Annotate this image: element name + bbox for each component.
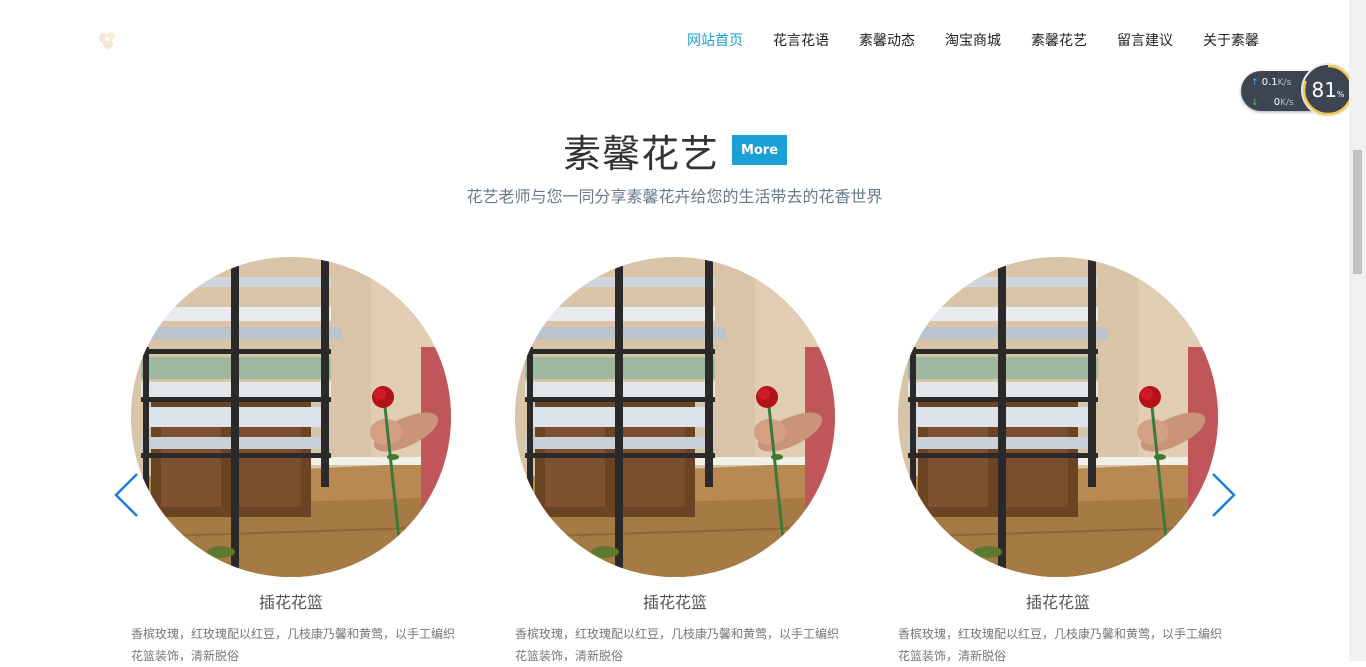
product-title[interactable]: 插花花篮 — [898, 591, 1218, 615]
main-nav: 网站首页 花言花语 素馨动态 淘宝商城 素馨花艺 留言建议 关于素馨 — [672, 30, 1274, 52]
scrollbar-thumb[interactable] — [1353, 150, 1362, 274]
download-arrow-icon: ↓ — [1251, 98, 1259, 108]
percent-sign: % — [1336, 90, 1345, 99]
section-subtitle: 花艺老师与您一同分享素馨花卉给您的生活带去的花香世界 — [466, 187, 883, 206]
nav-item-news[interactable]: 素馨动态 — [859, 30, 915, 52]
page-scrollbar[interactable] — [1349, 0, 1366, 661]
download-unit: K/s — [1280, 98, 1294, 108]
product-card[interactable]: 插花花篮 香槟玫瑰，红玫瑰配以红豆，几枝康乃馨和黄莺，以手工编织花篮装饰，清新脱… — [131, 257, 461, 667]
carousel-next-button[interactable] — [1208, 470, 1238, 520]
product-description: 香槟玫瑰，红玫瑰配以红豆，几枝康乃馨和黄莺，以手工编织花篮装饰，清新脱俗 — [131, 627, 456, 663]
product-image[interactable] — [898, 257, 1218, 577]
network-speed-widget[interactable]: ↑ 0.1K/s ↓ 0K/s 81% — [1241, 63, 1361, 119]
upload-speed: ↑ 0.1K/s — [1251, 77, 1291, 89]
section-title: 素馨花艺 — [563, 132, 720, 176]
nav-item-flower-language[interactable]: 花言花语 — [773, 30, 829, 52]
chevron-right-icon — [1212, 473, 1236, 517]
memory-gauge[interactable]: 81% — [1301, 63, 1355, 117]
product-image[interactable] — [131, 257, 451, 577]
download-speed: ↓ 0K/s — [1251, 97, 1294, 109]
nav-item-floral-art[interactable]: 素馨花艺 — [1031, 30, 1087, 52]
upload-arrow-icon: ↑ — [1251, 78, 1259, 88]
product-title[interactable]: 插花花篮 — [131, 591, 451, 615]
product-card[interactable]: 插花花篮 香槟玫瑰，红玫瑰配以红豆，几枝康乃馨和黄莺，以手工编织花篮装饰，清新脱… — [898, 257, 1228, 667]
more-button[interactable]: More — [732, 135, 787, 165]
product-image[interactable] — [515, 257, 835, 577]
section-header: 素馨花艺 More — [0, 125, 1349, 185]
product-card[interactable]: 插花花篮 香槟玫瑰，红玫瑰配以红豆，几枝康乃馨和黄莺，以手工编织花篮装饰，清新脱… — [515, 257, 845, 667]
rose-photo — [131, 257, 451, 577]
product-title[interactable]: 插花花篮 — [515, 591, 835, 615]
rose-photo — [898, 257, 1218, 577]
nav-item-about[interactable]: 关于素馨 — [1203, 30, 1259, 52]
upload-value: 0.1 — [1261, 77, 1278, 88]
site-logo[interactable] — [94, 28, 122, 54]
nav-item-feedback[interactable]: 留言建议 — [1117, 30, 1173, 52]
product-description: 香槟玫瑰，红玫瑰配以红豆，几枝康乃馨和黄莺，以手工编织花篮装饰，清新脱俗 — [898, 627, 1223, 663]
percent-value: 81 — [1311, 78, 1337, 102]
nav-item-taobao-store[interactable]: 淘宝商城 — [945, 30, 1001, 52]
flower-logo-icon — [99, 32, 115, 49]
nav-item-home[interactable]: 网站首页 — [687, 30, 743, 52]
product-description: 香槟玫瑰，红玫瑰配以红豆，几枝康乃馨和黄莺，以手工编织花篮装饰，清新脱俗 — [515, 627, 840, 663]
upload-unit: K/s — [1277, 78, 1292, 88]
memory-percent: 81% — [1303, 79, 1353, 106]
rose-photo — [515, 257, 835, 577]
carousel-prev-button[interactable] — [112, 470, 142, 520]
chevron-left-icon — [114, 473, 138, 517]
